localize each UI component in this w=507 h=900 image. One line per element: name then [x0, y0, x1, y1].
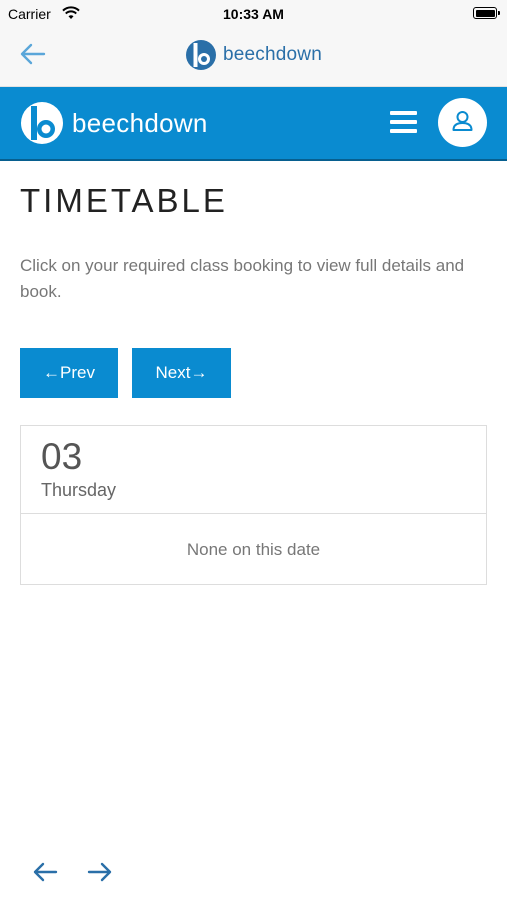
beechdown-logo-icon — [186, 40, 216, 70]
prev-button[interactable]: ←Prev — [20, 348, 118, 398]
page-title: TIMETABLE — [20, 182, 228, 219]
empty-message: None on this date — [186, 540, 321, 559]
app-bar-brand: beechdown — [185, 38, 322, 72]
site-logo-text: beechdown — [72, 107, 208, 138]
day-card: 03 Thursday None on this date — [20, 425, 487, 585]
page-intro: Click on your required class booking to … — [20, 256, 465, 301]
bottom-nav — [0, 855, 507, 890]
beechdown-logo-icon — [21, 102, 63, 144]
app-bar-brand-text: beechdown — [223, 44, 322, 65]
day-header: 03 Thursday — [21, 426, 486, 514]
day-name: Thursday — [41, 480, 117, 500]
nav-back-icon[interactable] — [31, 860, 59, 884]
status-bar: Carrier 10:33 AM — [0, 0, 507, 30]
clock-time: 10:33 AM — [223, 6, 284, 22]
app-bar: beechdown — [0, 30, 507, 87]
nav-forward-icon[interactable] — [86, 860, 114, 884]
hamburger-menu-icon[interactable] — [390, 111, 417, 135]
site-header: beechdown — [0, 87, 507, 161]
user-icon — [452, 111, 473, 131]
battery-icon — [473, 7, 500, 19]
next-button[interactable]: Next→ — [132, 348, 231, 398]
site-logo[interactable]: beechdown — [20, 101, 208, 145]
day-number: 03 — [41, 436, 83, 477]
back-arrow-icon[interactable] — [18, 42, 48, 66]
account-button[interactable] — [438, 98, 487, 147]
